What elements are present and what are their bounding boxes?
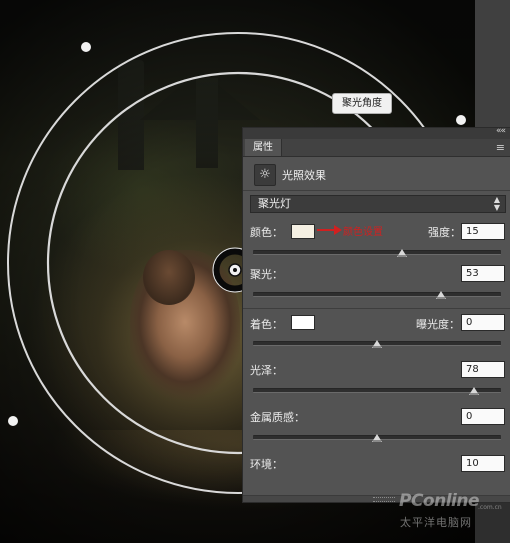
sun-icon: ☼ [254, 164, 276, 186]
watermark-brand: PConline [399, 491, 480, 511]
exposure-slider-thumb[interactable] [372, 340, 382, 348]
divider [243, 308, 510, 309]
metallic-input[interactable]: 0 [461, 408, 505, 425]
collapse-panel-icon[interactable]: «« [496, 126, 506, 136]
intensity-label: 强度： [428, 226, 461, 239]
gloss-slider-thumb[interactable] [468, 387, 479, 395]
intensity-slider[interactable] [253, 246, 501, 258]
ambience-label: 环境： [250, 458, 283, 471]
spotlight-angle-tooltip: 聚光角度 [332, 93, 392, 114]
effect-title: 光照效果 [282, 169, 326, 182]
divider [243, 190, 510, 191]
hotspot-slider-thumb[interactable] [436, 291, 447, 299]
watermark-domain: .com.cn [478, 504, 502, 511]
hotspot-slider[interactable] [253, 288, 501, 300]
slider-track [253, 388, 501, 393]
light-color-swatch[interactable] [291, 224, 315, 239]
gloss-slider[interactable] [253, 384, 501, 396]
panel-menu-icon[interactable]: ≡ [496, 141, 505, 154]
colorize-label: 着色： [250, 318, 283, 331]
metallic-label: 金属质感： [250, 411, 305, 424]
spotlight-handle-topleft[interactable] [81, 42, 91, 52]
exposure-input[interactable]: 0 [461, 314, 505, 331]
annotation-text: 颜色设置 [343, 227, 383, 238]
metallic-slider-thumb[interactable] [372, 434, 382, 442]
updown-arrow-icon: ▲ ▼ [493, 195, 500, 212]
watermark-tagline: 太平洋电脑网 [400, 516, 472, 529]
annotation-arrow-icon [334, 225, 342, 235]
light-type-value: 聚光灯 [258, 197, 291, 210]
color-label: 颜色： [250, 226, 283, 239]
exposure-label: 曝光度： [416, 318, 460, 331]
gloss-input[interactable]: 78 [461, 361, 505, 378]
intensity-slider-thumb[interactable] [396, 249, 407, 257]
panel-tabbar: 属性 ≡ [243, 139, 510, 157]
hotspot-label: 聚光： [250, 268, 283, 281]
hotspot-input[interactable]: 53 [461, 265, 505, 282]
intensity-input[interactable]: 15 [461, 223, 505, 240]
tab-properties[interactable]: 属性 [245, 139, 282, 156]
ambience-input[interactable]: 10 [461, 455, 505, 472]
gloss-label: 光泽： [250, 364, 283, 377]
metallic-slider[interactable] [253, 431, 501, 443]
spotlight-handle-bottomleft[interactable] [8, 416, 18, 426]
panel-titlebar[interactable]: «« [243, 126, 510, 139]
workspace-strip-top [475, 0, 510, 128]
light-type-select[interactable]: 聚光灯 ▲ ▼ [250, 195, 506, 213]
slider-track [253, 250, 501, 255]
exposure-slider[interactable] [253, 337, 501, 349]
effect-header: ☼ 光照效果 [243, 161, 510, 189]
resize-grip-icon[interactable] [373, 497, 395, 502]
spotlight-handle-topright[interactable] [456, 115, 466, 125]
slider-track [253, 292, 501, 297]
colorize-swatch[interactable] [291, 315, 315, 330]
properties-panel: «« 属性 ≡ ☼ 光照效果 聚光灯 ▲ ▼ 颜色： 强度： 15 聚光： 53 … [242, 126, 510, 503]
spotlight-center-dot [233, 268, 237, 272]
